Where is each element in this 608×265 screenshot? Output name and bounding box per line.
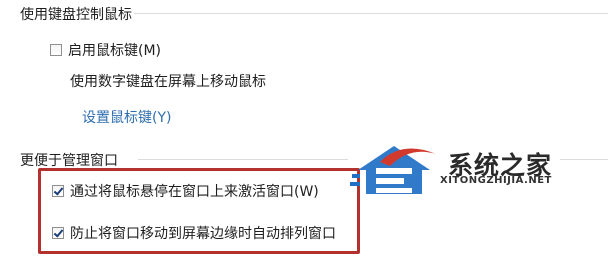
enable-mouse-keys-checkbox[interactable] (50, 44, 62, 56)
keyboard-section-title: 使用键盘控制鼠标 (20, 7, 132, 23)
hover-activate-label: 通过将鼠标悬停在窗口上来激活窗口(W) (70, 184, 319, 200)
hover-activate-checkbox-row[interactable]: 通过将鼠标悬停在窗口上来激活窗口(W) (52, 181, 319, 201)
setup-mouse-keys-link[interactable]: 设置鼠标键(Y) (82, 107, 171, 127)
hover-activate-checkbox[interactable] (52, 185, 64, 197)
section-divider (134, 13, 608, 14)
mouse-keys-description: 使用数字键盘在屏幕上移动鼠标 (70, 74, 266, 90)
watermark-url: XITONGZHIJIA.NET (440, 175, 552, 186)
section-divider (138, 159, 348, 160)
window-section-title: 更便于管理窗口 (20, 153, 118, 169)
enable-mouse-keys-checkbox-row[interactable]: 启用鼠标键(M) (50, 40, 161, 60)
keyboard-section-header: 使用键盘控制鼠标 (20, 4, 132, 24)
section-divider (560, 159, 608, 160)
window-section-header: 更便于管理窗口 (20, 150, 118, 170)
enable-mouse-keys-label: 启用鼠标键(M) (68, 43, 162, 59)
prevent-arrange-label: 防止将窗口移动到屏幕边缘时自动排列窗口 (70, 226, 336, 242)
prevent-arrange-checkbox[interactable] (52, 227, 64, 239)
prevent-arrange-checkbox-row[interactable]: 防止将窗口移动到屏幕边缘时自动排列窗口 (52, 223, 336, 243)
